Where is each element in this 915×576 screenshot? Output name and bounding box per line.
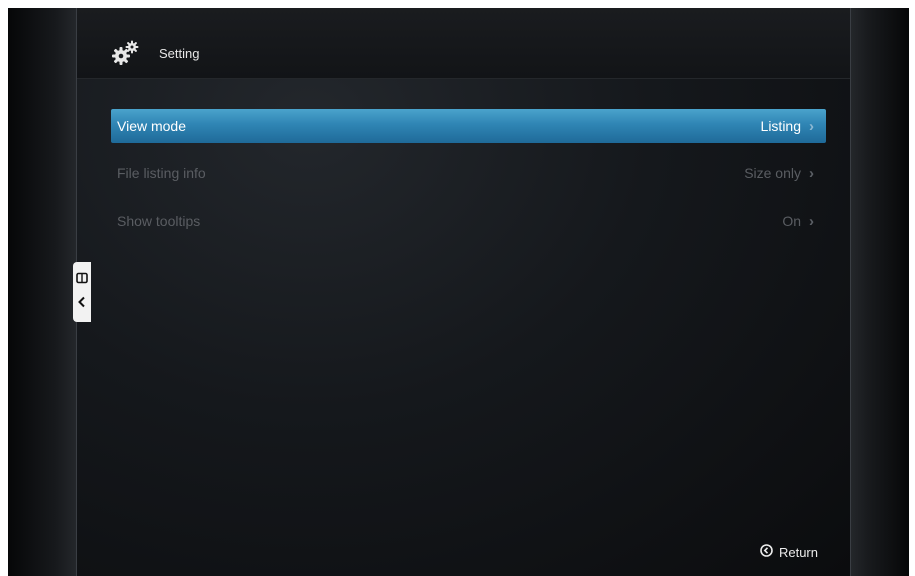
side-panel-tab[interactable] <box>73 262 91 322</box>
settings-panel: Setting View mode Listing › File listing… <box>76 8 851 576</box>
back-circle-icon <box>760 544 773 560</box>
chevron-right-icon: › <box>809 117 814 135</box>
page-title: Setting <box>159 46 200 61</box>
left-backdrop <box>8 8 76 576</box>
screen: Setting View mode Listing › File listing… <box>8 8 909 576</box>
menu-item-file-listing-info[interactable]: File listing info Size only › <box>111 155 826 191</box>
header: Setting <box>77 8 850 79</box>
chevron-right-icon: › <box>809 164 814 182</box>
chevron-right-icon: › <box>809 212 814 230</box>
menu-item-view-mode[interactable]: View mode Listing › <box>111 109 826 143</box>
menu-item-label: View mode <box>117 118 187 134</box>
panel-icon <box>76 271 88 289</box>
menu-item-value-group: On › <box>782 213 814 230</box>
menu-item-value-group: Listing › <box>761 118 814 135</box>
menu-item-show-tooltips[interactable]: Show tooltips On › <box>111 203 826 239</box>
menu-item-value: Listing <box>760 118 801 134</box>
menu-item-value: Size only <box>744 165 801 181</box>
menu-item-value-group: Size only › <box>744 165 814 182</box>
right-backdrop <box>849 8 909 576</box>
return-label: Return <box>778 544 818 560</box>
menu-item-value: On <box>782 213 801 229</box>
settings-menu: View mode Listing › File listing info Si… <box>111 109 826 251</box>
gear-icon <box>111 38 141 68</box>
menu-item-label: Show tooltips <box>117 213 201 229</box>
chevron-left-icon <box>77 295 87 313</box>
menu-item-label: File listing info <box>117 165 206 181</box>
return-button[interactable]: Return <box>760 544 818 560</box>
